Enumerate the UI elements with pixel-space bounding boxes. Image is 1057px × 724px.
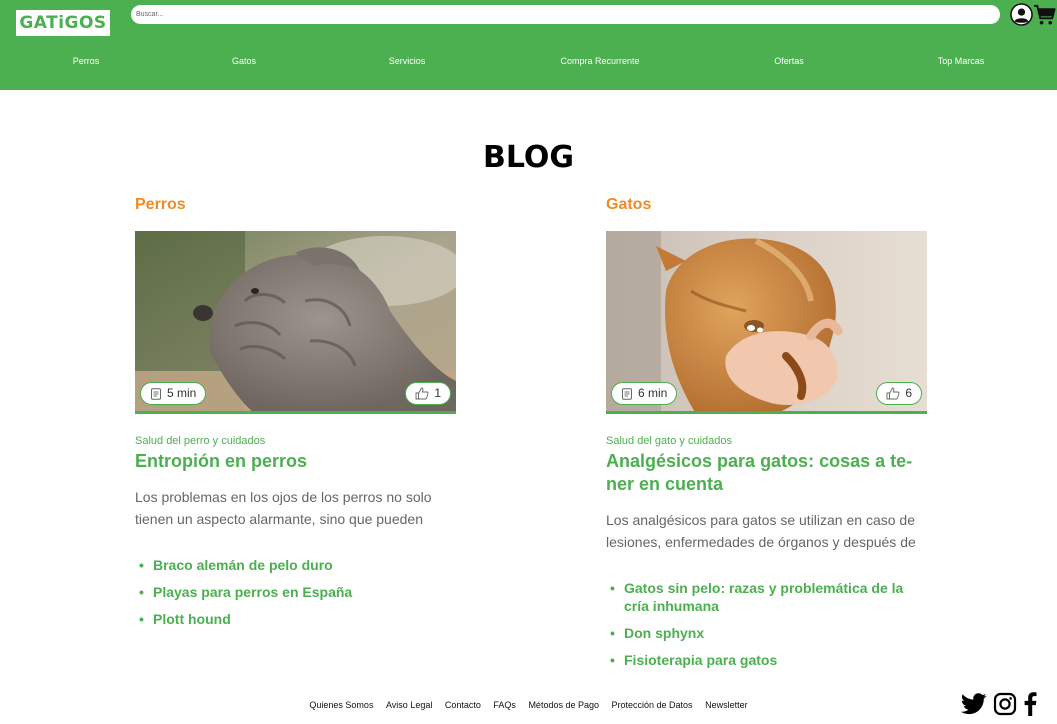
related-article-link[interactable]: Braco alemán de pelo duro	[135, 556, 457, 574]
document-icon	[622, 387, 632, 400]
page-title: BLOG	[482, 140, 575, 175]
article-title[interactable]: Entropión en perros	[135, 450, 457, 473]
article-image[interactable]: 6 min 6	[606, 231, 927, 414]
nav-item-servicios[interactable]: Servicios	[389, 56, 426, 66]
related-article-link[interactable]: Fisioterapia para gatos	[606, 651, 928, 669]
related-article-link[interactable]: Playas para perros en España	[135, 583, 457, 601]
likes-count: 1	[434, 386, 441, 400]
blog-column-gatos: Gatos 6 min 6 Salud del gato y cuidados …	[606, 196, 928, 678]
category-title[interactable]: Perros	[135, 196, 457, 231]
article-excerpt: Los problemas en los ojos de los perros …	[135, 489, 432, 527]
article-image[interactable]: 5 min 1	[135, 231, 456, 414]
twitter-icon[interactable]	[961, 693, 987, 715]
nav-item-perros[interactable]: Perros	[73, 56, 100, 66]
header: GATiGOS Perros Gatos Servicios Compra Re…	[0, 0, 1057, 90]
shopping-cart-icon[interactable]	[1033, 3, 1056, 26]
facebook-icon[interactable]	[1023, 692, 1037, 716]
nav-item-compra-recurrente[interactable]: Compra Recurrente	[560, 56, 639, 66]
logo[interactable]: GATiGOS	[16, 10, 110, 36]
footer-link-aviso-legal[interactable]: Aviso Legal	[386, 700, 432, 710]
likes-button[interactable]: 6	[876, 382, 922, 405]
nav-item-top-marcas[interactable]: Top Marcas	[938, 56, 985, 66]
thumbs-up-icon	[886, 387, 900, 400]
main-nav: Perros Gatos Servicios Compra Recurrente…	[0, 56, 1057, 74]
footer-link-metodos-de-pago[interactable]: Métodos de Pago	[528, 700, 599, 710]
search-input[interactable]	[131, 5, 1000, 24]
thumbs-up-icon	[415, 387, 429, 400]
footer-link-contacto[interactable]: Contacto	[445, 700, 481, 710]
nav-item-gatos[interactable]: Gatos	[232, 56, 256, 66]
instagram-icon[interactable]	[993, 692, 1017, 716]
read-time-label: 5 min	[167, 386, 197, 400]
read-time-badge: 6 min	[611, 382, 678, 405]
footer-links: Quienes Somos Aviso Legal Contacto FAQs …	[0, 700, 1057, 710]
nav-item-ofertas[interactable]: Ofertas	[774, 56, 804, 66]
article-title[interactable]: Analgésicos para gatos: cosas a te-ner e…	[606, 450, 928, 496]
article-subcategory[interactable]: Salud del perro y cuidados	[135, 435, 457, 447]
likes-button[interactable]: 1	[405, 382, 451, 405]
article-subcategory[interactable]: Salud del gato y cuidados	[606, 435, 928, 447]
related-articles-list: Braco alemán de pelo duro Playas para pe…	[135, 556, 457, 628]
related-articles-list: Gatos sin pelo: razas y problemática de …	[606, 579, 928, 669]
read-time-label: 6 min	[638, 386, 668, 400]
footer-link-proteccion-de-datos[interactable]: Protección de Datos	[612, 700, 693, 710]
category-title[interactable]: Gatos	[606, 196, 928, 231]
related-article-link[interactable]: Gatos sin pelo: razas y problemática de …	[606, 579, 928, 615]
article-excerpt: Los analgésicos para gatos se utilizan e…	[606, 512, 916, 550]
footer-link-newsletter[interactable]: Newsletter	[705, 700, 748, 710]
read-time-badge: 5 min	[140, 382, 207, 405]
footer-link-faqs[interactable]: FAQs	[493, 700, 516, 710]
likes-count: 6	[905, 386, 912, 400]
related-article-link[interactable]: Plott hound	[135, 610, 457, 628]
document-icon	[151, 387, 161, 400]
footer-link-quienes-somos[interactable]: Quienes Somos	[309, 700, 373, 710]
blog-column-perros: Perros 5 min 1 Salud del perro y cuidado…	[135, 196, 457, 637]
social-links	[961, 692, 1037, 716]
user-account-icon[interactable]	[1010, 3, 1033, 26]
related-article-link[interactable]: Don sphynx	[606, 624, 928, 642]
